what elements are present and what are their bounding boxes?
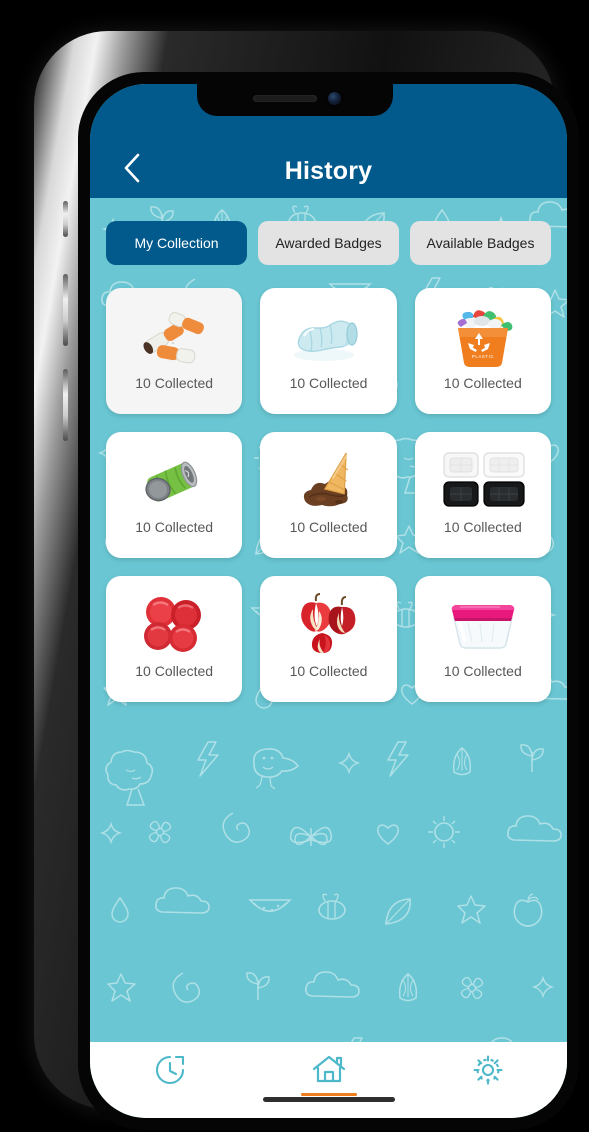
home-indicator bbox=[262, 1097, 395, 1102]
earpiece-speaker bbox=[252, 95, 317, 102]
front-camera-icon bbox=[327, 92, 341, 105]
collection-card-label: 10 Collected bbox=[289, 375, 368, 391]
settings-gear-icon bbox=[472, 1054, 504, 1086]
food-container-icon bbox=[437, 587, 529, 661]
page-title: History bbox=[284, 157, 373, 185]
tab-awarded-badges[interactable]: Awarded Badges bbox=[258, 221, 399, 265]
bottle-caps-icon bbox=[128, 587, 220, 661]
tab-my-collection[interactable]: My Collection bbox=[106, 221, 247, 265]
ice-cream-cone-icon bbox=[282, 443, 374, 517]
phone-screen: History My Collection Awarded Badges Ava… bbox=[90, 84, 567, 1118]
badge-tab-bar: My Collection Awarded Badges Available B… bbox=[90, 198, 567, 265]
collection-card-label: 10 Collected bbox=[289, 663, 368, 679]
mute-switch-button[interactable] bbox=[63, 201, 68, 237]
chevron-left-icon bbox=[121, 151, 143, 185]
collection-card-label: 10 Collected bbox=[135, 519, 214, 535]
collection-card[interactable]: 10 Collected bbox=[106, 432, 243, 558]
recycling-bin-icon: PLASTIC bbox=[437, 299, 529, 373]
bottom-navigation-bar bbox=[90, 1042, 567, 1118]
nav-item-home[interactable] bbox=[283, 1054, 375, 1096]
nav-item-settings[interactable] bbox=[442, 1054, 534, 1096]
phone-frame: History My Collection Awarded Badges Ava… bbox=[34, 31, 579, 1130]
nav-active-underline bbox=[142, 1093, 198, 1096]
collection-card[interactable]: 10 Collected bbox=[260, 288, 397, 414]
device-notch bbox=[196, 84, 393, 116]
collection-card[interactable]: 10 Collected bbox=[414, 576, 551, 702]
collection-card[interactable]: 10 Collected bbox=[260, 432, 397, 558]
volume-up-button[interactable] bbox=[63, 274, 68, 346]
home-icon bbox=[311, 1054, 347, 1086]
crushed-can-icon bbox=[128, 443, 220, 517]
app-root: History My Collection Awarded Badges Ava… bbox=[90, 84, 567, 1118]
collection-card[interactable]: 10 Collected bbox=[106, 576, 243, 702]
collection-card[interactable]: PLASTIC 10 Collected bbox=[414, 288, 551, 414]
collection-card[interactable]: 10 Collected bbox=[414, 432, 551, 558]
plastic-bottle-icon bbox=[282, 299, 374, 373]
nav-active-underline bbox=[300, 1093, 357, 1096]
collection-card-label: 10 Collected bbox=[443, 663, 522, 679]
apple-cores-icon bbox=[282, 587, 374, 661]
content-area: My Collection Awarded Badges Available B… bbox=[90, 198, 567, 1042]
svg-text:PLASTIC: PLASTIC bbox=[472, 354, 495, 359]
collection-card[interactable]: 10 Collected bbox=[106, 288, 243, 414]
screenshot-stage: History My Collection Awarded Badges Ava… bbox=[0, 0, 589, 1132]
volume-down-button[interactable] bbox=[63, 369, 68, 441]
tab-available-badges[interactable]: Available Badges bbox=[410, 221, 551, 265]
collection-card-label: 10 Collected bbox=[135, 663, 214, 679]
collection-grid: 10 Collected 10 Collected PLASTIC 10 Col… bbox=[90, 265, 567, 702]
collection-card-label: 10 Collected bbox=[289, 519, 368, 535]
back-button[interactable] bbox=[112, 148, 152, 188]
food-trays-icon bbox=[437, 443, 529, 517]
collection-card[interactable]: 10 Collected bbox=[260, 576, 397, 702]
collection-card-label: 10 Collected bbox=[443, 375, 522, 391]
nav-active-underline bbox=[460, 1093, 516, 1096]
collection-card-label: 10 Collected bbox=[443, 519, 522, 535]
nav-item-history[interactable] bbox=[124, 1054, 216, 1096]
collection-card-label: 10 Collected bbox=[135, 375, 214, 391]
cigarette-butts-icon bbox=[128, 299, 220, 373]
history-clock-icon bbox=[154, 1054, 186, 1086]
